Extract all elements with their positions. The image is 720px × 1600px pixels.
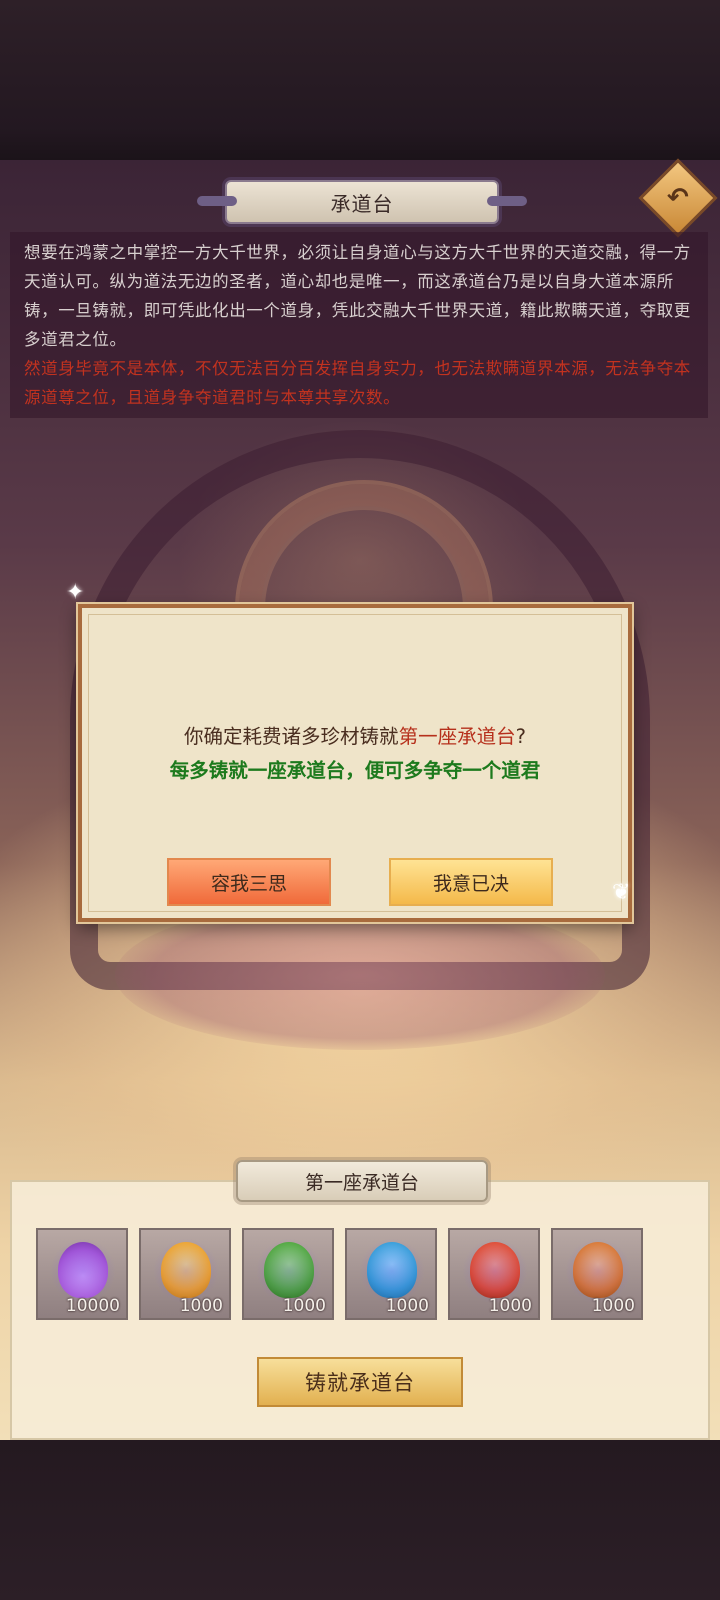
material-quantity: 1000 xyxy=(591,1296,635,1316)
highlighted-target: 第一座承道台 xyxy=(398,725,516,748)
description-box: 想要在鸿蒙之中掌控一方大千世界，必须让自身道心与这方大千世界的天道交融，得一方天… xyxy=(10,232,708,418)
forge-button[interactable]: 铸就承道台 xyxy=(257,1357,463,1407)
panel-title: 第一座承道台 xyxy=(304,1171,419,1194)
orange-gem-icon xyxy=(565,1238,631,1304)
cancel-button-label: 容我三思 xyxy=(210,872,287,895)
material-quantity: 1000 xyxy=(488,1296,532,1316)
confirm-dialog: 你确定耗费诸多珍材铸就第一座承道台? 每多铸就一座承道台，便可多争夺一个道君 容… xyxy=(78,604,632,922)
yellow-gem-icon xyxy=(153,1238,219,1304)
confirm-button-label: 我意已决 xyxy=(432,872,509,895)
green-gem-icon xyxy=(256,1238,322,1304)
material-quantity: 1000 xyxy=(385,1296,429,1316)
forge-button-label: 铸就承道台 xyxy=(305,1371,415,1395)
butterfly-icon: ❦ xyxy=(612,880,631,905)
material-slot[interactable]: 1000 xyxy=(139,1228,231,1320)
sparkle-icon: ✦ xyxy=(66,580,85,605)
bottom-band xyxy=(0,1440,720,1600)
material-quantity: 10000 xyxy=(65,1296,120,1316)
description-text: 想要在鸿蒙之中掌控一方大千世界，必须让自身道心与这方大千世界的天道交融，得一方天… xyxy=(24,243,691,349)
banner-ornament xyxy=(197,196,237,206)
page-title: 承道台 xyxy=(330,191,394,216)
banner-ornament xyxy=(487,196,527,206)
dialog-hint: 每多铸就一座承道台，便可多争夺一个道君 xyxy=(169,759,541,782)
material-slot[interactable]: 1000 xyxy=(242,1228,334,1320)
question-mark: ? xyxy=(515,725,526,748)
confirm-button[interactable]: 我意已决 xyxy=(389,858,553,906)
material-slot[interactable]: 10000 xyxy=(36,1228,128,1320)
back-arrow-icon: ↶ xyxy=(667,182,689,213)
material-slot[interactable]: 1000 xyxy=(448,1228,540,1320)
red-gem-icon xyxy=(462,1238,528,1304)
material-quantity: 1000 xyxy=(282,1296,326,1316)
top-band xyxy=(0,0,720,160)
title-banner: 承道台 xyxy=(197,180,527,224)
panel-title-banner: 第一座承道台 xyxy=(236,1160,488,1202)
purple-crystal-icon xyxy=(50,1238,116,1304)
material-slot[interactable]: 1000 xyxy=(551,1228,643,1320)
blue-gem-icon xyxy=(359,1238,425,1304)
material-list: 10000 1000 1000 1000 1000 1000 xyxy=(36,1228,643,1320)
material-slot[interactable]: 1000 xyxy=(345,1228,437,1320)
altar-platform xyxy=(115,900,605,1050)
warning-text: 然道身毕竟不是本体，不仅无法百分百发挥自身实力，也无法欺瞒道界本源，无法争夺本源… xyxy=(24,359,691,407)
dialog-question: 你确定耗费诸多珍材铸就第一座承道台? xyxy=(82,720,628,749)
question-text: 你确定耗费诸多珍材铸就 xyxy=(184,725,399,748)
cancel-button[interactable]: 容我三思 xyxy=(167,858,331,906)
material-quantity: 1000 xyxy=(179,1296,223,1316)
